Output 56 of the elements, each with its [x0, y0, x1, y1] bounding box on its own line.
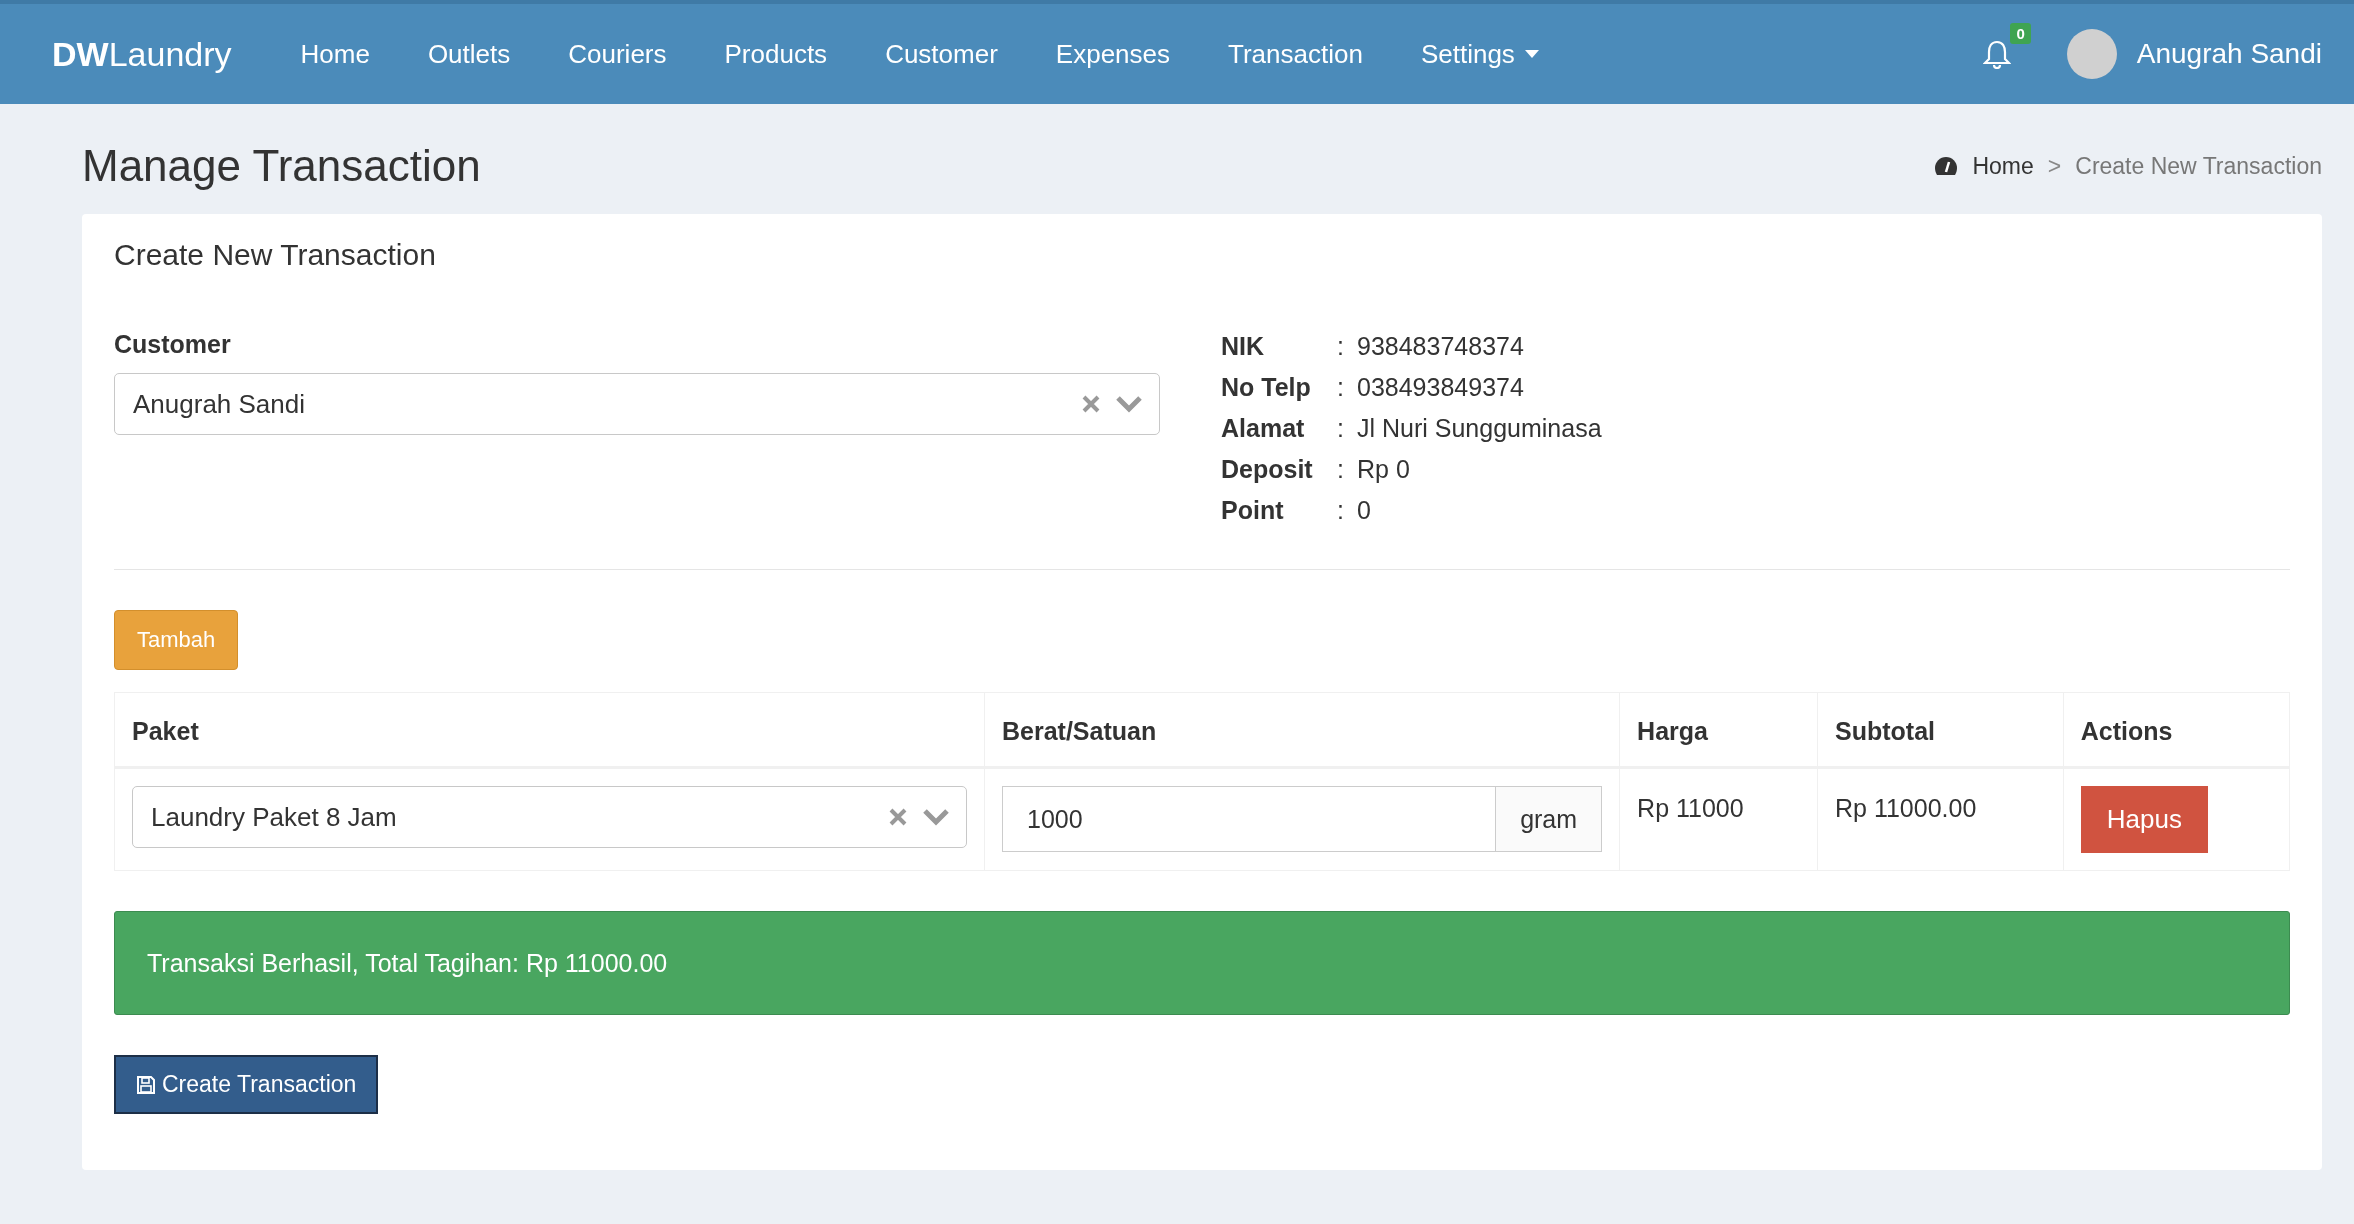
info-value: 0: [1357, 496, 1371, 525]
weight-input[interactable]: 1000: [1002, 786, 1497, 852]
nav-link[interactable]: Couriers: [539, 38, 696, 70]
success-alert: Transaksi Berhasil, Total Tagihan: Rp 11000.00: [114, 911, 2290, 1015]
customer-select[interactable]: Anugrah Sandi: [114, 373, 1160, 435]
nav-link[interactable]: Transaction: [1199, 38, 1392, 70]
bell-icon[interactable]: [1982, 39, 2011, 69]
info-separator: :: [1337, 414, 1344, 443]
info-separator: :: [1337, 455, 1344, 484]
clear-icon[interactable]: [888, 807, 908, 827]
column-header: Berat/Satuan: [984, 692, 1620, 768]
dashboard-icon: [1934, 156, 1959, 176]
add-button[interactable]: Tambah: [114, 610, 239, 670]
chevron-down-icon[interactable]: [1115, 395, 1143, 413]
info-value: Rp 0: [1357, 455, 1410, 484]
info-separator: :: [1337, 496, 1344, 525]
avatar[interactable]: [2066, 29, 2117, 79]
create-transaction-button[interactable]: Create Transaction: [114, 1055, 379, 1114]
clear-icon[interactable]: [1081, 394, 1101, 414]
table-cell-text: Rp 11000.00: [1835, 793, 1978, 823]
column-header: Paket: [114, 692, 985, 768]
nav-link[interactable]: Settings: [1391, 38, 1568, 70]
breadcrumb-link[interactable]: Home: [1972, 152, 2034, 180]
nav-link[interactable]: Outlets: [398, 38, 540, 70]
info-separator: :: [1337, 332, 1344, 361]
save-icon: [136, 1074, 156, 1095]
nav-link[interactable]: Expenses: [1026, 38, 1199, 70]
breadcrumb-separator: >: [2047, 152, 2062, 180]
table-cell-text: Rp 11000: [1637, 793, 1745, 823]
field-label: Customer: [114, 330, 232, 359]
breadcrumb-link[interactable]: Create New Transaction: [2075, 152, 2322, 180]
info-value: 938483748374: [1357, 332, 1524, 361]
info-value: 038493849374: [1357, 373, 1524, 402]
info-label: Alamat: [1221, 414, 1305, 443]
caret-icon: [1524, 50, 1539, 58]
info-label: No Telp: [1221, 373, 1311, 402]
card-title: Create New Transaction: [114, 238, 437, 272]
page-title: Manage Transaction: [82, 141, 481, 191]
delete-button[interactable]: Hapus: [2080, 786, 2208, 853]
column-header: Subtotal: [1817, 692, 2064, 768]
info-label: NIK: [1221, 332, 1265, 361]
column-header: Harga: [1619, 692, 1818, 768]
info-label: Deposit: [1221, 455, 1313, 484]
notification-badge: 0: [2010, 23, 2031, 44]
brand-logo[interactable]: DWLaundry: [52, 34, 232, 74]
chevron-down-icon[interactable]: [922, 808, 950, 826]
nav-link[interactable]: Home: [271, 38, 399, 70]
nav-link[interactable]: Products: [695, 38, 857, 70]
info-separator: :: [1337, 373, 1344, 402]
info-value: Jl Nuri Sungguminasa: [1357, 414, 1602, 443]
column-header: Actions: [2063, 692, 2290, 768]
unit-addon: gram: [1496, 786, 1603, 852]
info-label: Point: [1221, 496, 1284, 525]
package-select[interactable]: Laundry Paket 8 Jam: [132, 786, 967, 848]
nav-link[interactable]: Customer: [856, 38, 1027, 70]
user-name[interactable]: Anugrah Sandi: [2136, 38, 2322, 70]
